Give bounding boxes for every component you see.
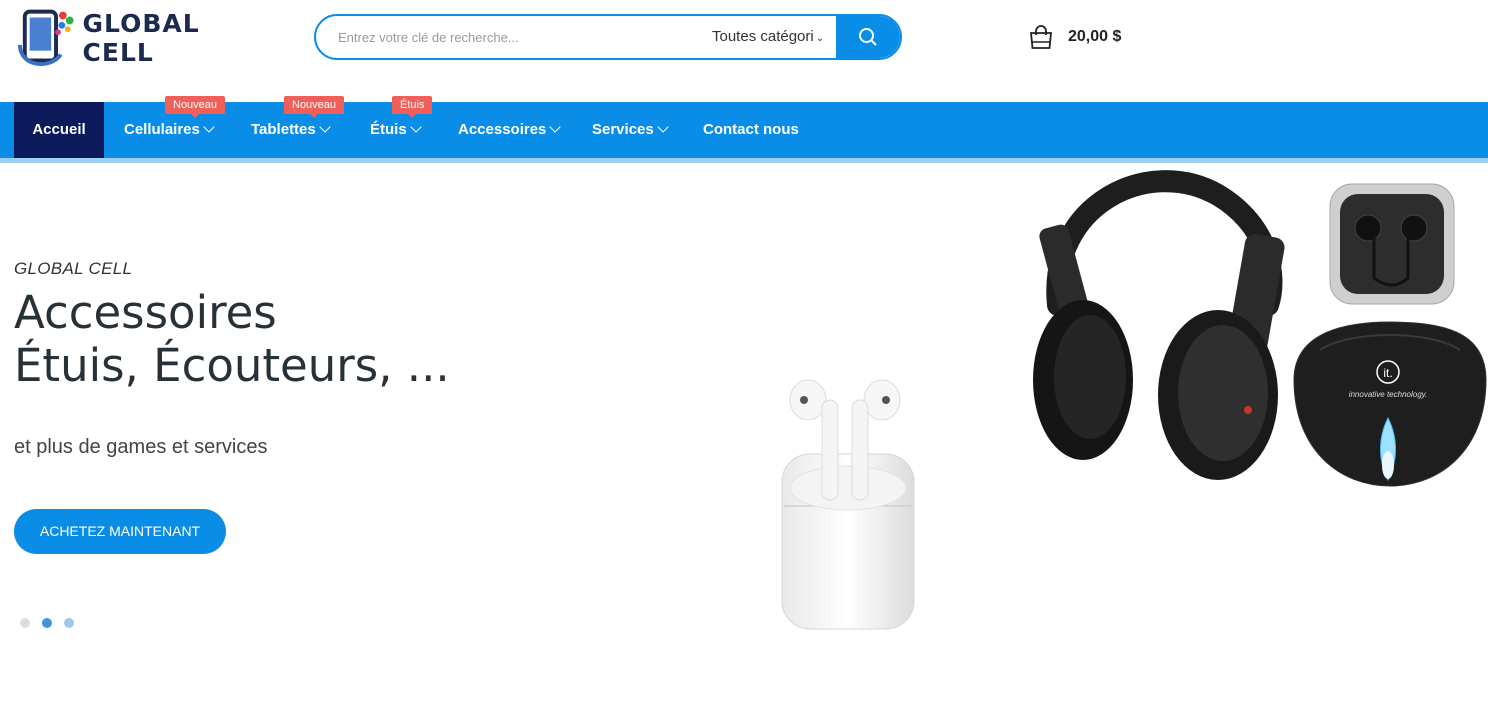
slider-dot[interactable] (42, 618, 52, 628)
search-icon (859, 28, 877, 46)
nav-badge: Étuis (392, 96, 433, 118)
hero-title: Accessoires Étuis, Écouteurs, ... (14, 286, 450, 392)
main-nav: Accueil Nouveau Cellulaires Nouveau Tabl… (0, 96, 1488, 163)
category-select[interactable]: Toutes catégori ⌄ (712, 16, 824, 58)
search-input[interactable] (336, 28, 720, 46)
phone-logo-icon (17, 9, 74, 66)
shopping-bag-icon (1030, 25, 1052, 49)
search-button[interactable] (836, 16, 900, 58)
nav-item-label: Tablettes (251, 121, 316, 138)
nav-item-cellulaires[interactable]: Nouveau Cellulaires (124, 96, 226, 158)
brand-name: GLOBAL CELL (82, 9, 200, 67)
buy-now-button[interactable]: ACHETEZ MAINTENANT (14, 509, 226, 554)
nav-item-services[interactable]: Services (592, 102, 669, 158)
chevron-down-icon: ⌄ (815, 33, 825, 44)
nav-badge: Nouveau (284, 96, 345, 118)
chevron-down-icon (549, 121, 562, 133)
nav-item-label: Étuis (370, 121, 407, 138)
nav-item-contact[interactable]: Contact nous (703, 102, 799, 158)
hero-title-line: Accessoires (14, 286, 277, 339)
search-bar: Toutes catégori⌄ (314, 14, 902, 60)
hero-subtitle: GLOBAL CELL (14, 259, 133, 278)
earphones-case-image: it. innovative technology. (1293, 183, 1487, 487)
chevron-down-icon (410, 121, 422, 133)
nav-item-accessoires[interactable]: Accessoires (458, 102, 562, 158)
slider-dot[interactable] (20, 618, 30, 628)
slider-dot[interactable] (64, 618, 74, 628)
nav-item-label: Accessoires (458, 121, 547, 138)
case-brand-text: innovative technology. (1349, 390, 1428, 399)
nav-item-label: Contact nous (703, 121, 799, 138)
hero-description: et plus de games et services (14, 436, 268, 458)
chevron-down-icon (657, 121, 669, 133)
headphones-image (1033, 170, 1285, 480)
airpods-image (781, 379, 915, 630)
cart[interactable]: 20,00 $ (1028, 24, 1121, 50)
nav-item-accueil[interactable]: Accueil (14, 102, 104, 158)
chevron-down-icon (319, 121, 331, 133)
slider-dots (20, 618, 74, 628)
logo[interactable]: GLOBAL CELL (16, 4, 276, 72)
nav-badge: Nouveau (165, 96, 226, 118)
nav-item-label: Cellulaires (124, 121, 200, 138)
nav-item-tablettes[interactable]: Nouveau Tablettes (251, 96, 345, 158)
chevron-down-icon (203, 121, 215, 133)
case-brand-mark: it. (1383, 366, 1392, 380)
category-select-label: Toutes catégori (712, 28, 814, 45)
nav-item-label: Accueil (32, 121, 86, 138)
nav-item-label: Services (592, 121, 654, 138)
hero-title-line: Étuis, Écouteurs, ... (14, 339, 450, 392)
cart-total: 20,00 $ (1068, 28, 1122, 45)
nav-item-etuis[interactable]: Étuis Étuis (370, 96, 433, 158)
